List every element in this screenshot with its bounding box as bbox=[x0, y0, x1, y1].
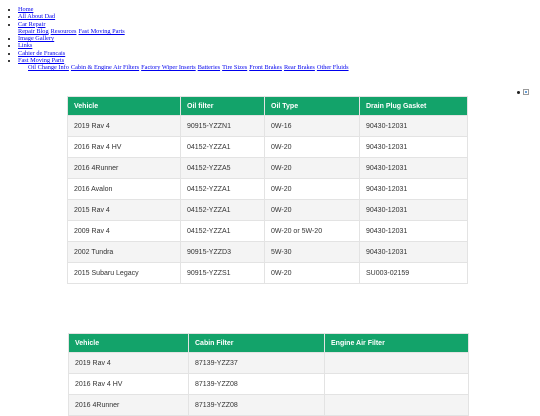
nav-link-car-repair[interactable]: Car Repair bbox=[18, 21, 45, 28]
cell-oil-filter: 04152-YZZA1 bbox=[180, 178, 265, 200]
table-row: 2016 4Runner 87139-YZZ08 bbox=[68, 394, 469, 416]
nav-link-batteries[interactable]: Batteries bbox=[198, 64, 220, 71]
fast-moving-submenu-row: Oil Change Info Cabin & Engine Air Filter… bbox=[28, 64, 351, 71]
cell-oil-type: 0W-20 bbox=[264, 178, 360, 200]
cell-oil-type: 0W-20 or 5W-20 bbox=[264, 220, 360, 242]
cell-cabin-filter: 87139-YZZ37 bbox=[188, 352, 325, 374]
column-header-vehicle: Vehicle bbox=[67, 96, 181, 116]
table-row: 2016 Avalon 04152-YZZA1 0W-20 90430-1203… bbox=[67, 178, 468, 200]
car-repair-submenu-row: Repair Blog Resources Fast Moving Parts bbox=[18, 28, 351, 35]
broken-image-icon bbox=[523, 89, 529, 95]
cell-vehicle: 2016 4Runner bbox=[67, 157, 181, 179]
cell-vehicle: 2016 Avalon bbox=[67, 178, 181, 200]
cell-vehicle: 2016 4Runner bbox=[68, 394, 189, 416]
cell-cabin-filter: 87139-YZZ08 bbox=[188, 394, 325, 416]
table-header-row: Vehicle Oil filter Oil Type Drain Plug G… bbox=[67, 96, 468, 116]
nav-link-cahier[interactable]: Cahier de Francais bbox=[18, 50, 65, 57]
table-row: 2015 Rav 4 04152-YZZA1 0W-20 90430-12031 bbox=[67, 199, 468, 221]
nav-item-about: All About Dad bbox=[18, 13, 351, 20]
table-row: 2016 Rav 4 HV 04152-YZZA1 0W-20 90430-12… bbox=[67, 136, 468, 158]
cell-drain-plug-gasket: 90430-12031 bbox=[359, 157, 468, 179]
air-filter-table: Vehicle Cabin Filter Engine Air Filter 2… bbox=[68, 333, 469, 416]
nav-item-fast-moving: Fast Moving Parts Oil Change InfoCabin &… bbox=[18, 57, 351, 72]
cell-oil-type: 0W-20 bbox=[264, 199, 360, 221]
cell-vehicle: 2015 Subaru Legacy bbox=[67, 262, 181, 284]
cell-vehicle: 2009 Rav 4 bbox=[67, 220, 181, 242]
cell-vehicle: 2015 Rav 4 bbox=[67, 199, 181, 221]
cell-vehicle: 2019 Rav 4 bbox=[67, 115, 181, 137]
nav-link-fast-moving-parts-sub[interactable]: Fast Moving Parts bbox=[79, 28, 125, 35]
nav-link-other-fluids[interactable]: Other Fluids bbox=[317, 64, 349, 71]
cell-vehicle: 2019 Rav 4 bbox=[68, 352, 189, 374]
cell-drain-plug-gasket: 90430-12031 bbox=[359, 178, 468, 200]
table-row: 2019 Rav 4 90915-YZZN1 0W-16 90430-12031 bbox=[67, 115, 468, 137]
column-header-oil-filter: Oil filter bbox=[180, 96, 265, 116]
table-row: 2015 Subaru Legacy 90915-YZZS1 0W-20 SU0… bbox=[67, 262, 468, 284]
cell-drain-plug-gasket: 90430-12031 bbox=[359, 136, 468, 158]
cell-vehicle: 2016 Rav 4 HV bbox=[67, 136, 181, 158]
cell-engine-air-filter bbox=[324, 352, 469, 374]
cell-oil-type: 0W-20 bbox=[264, 136, 360, 158]
cell-oil-filter: 04152-YZZA1 bbox=[180, 199, 265, 221]
cell-oil-filter: 90915-YZZD3 bbox=[180, 241, 265, 263]
table-row: 2019 Rav 4 87139-YZZ37 bbox=[68, 352, 469, 374]
cell-engine-air-filter bbox=[324, 373, 469, 395]
nav-link-oil-change[interactable]: Oil Change Info bbox=[28, 64, 69, 71]
cell-oil-filter: 04152-YZZA5 bbox=[180, 157, 265, 179]
sidebar-image-item bbox=[517, 89, 529, 97]
cell-oil-type: 0W-20 bbox=[264, 262, 360, 284]
nav-link-links[interactable]: Links bbox=[18, 42, 32, 49]
cell-oil-filter: 04152-YZZA1 bbox=[180, 220, 265, 242]
cell-cabin-filter: 87139-YZZ08 bbox=[188, 373, 325, 395]
nav-link-rear-brakes[interactable]: Rear Brakes bbox=[284, 64, 315, 71]
nav-link-wiper-inserts[interactable]: Factory Wiper Inserts bbox=[141, 64, 196, 71]
nav-link-repair-blog[interactable]: Repair Blog bbox=[18, 28, 49, 35]
nav-item-car-repair: Car Repair Repair BlogResourcesFast Movi… bbox=[18, 21, 351, 36]
cell-oil-filter: 90915-YZZN1 bbox=[180, 115, 265, 137]
nav-link-resources[interactable]: Resources bbox=[51, 28, 77, 35]
nav-link-gallery[interactable]: Image Gallery bbox=[18, 35, 54, 42]
column-header-drain-plug-gasket: Drain Plug Gasket bbox=[359, 96, 468, 116]
column-header-engine-air-filter: Engine Air Filter bbox=[324, 333, 469, 353]
car-repair-submenu: Repair Blog Resources Fast Moving Parts bbox=[18, 28, 351, 35]
nav-link-tire-sizes[interactable]: Tire Sizes bbox=[222, 64, 247, 71]
nav-link-about[interactable]: All About Dad bbox=[18, 13, 55, 20]
nav-item-home: Home bbox=[18, 6, 351, 13]
nav-item-links: Links bbox=[18, 42, 351, 49]
bullet-icon bbox=[517, 90, 520, 94]
cell-engine-air-filter bbox=[324, 394, 469, 416]
cell-oil-filter: 90915-YZZS1 bbox=[180, 262, 265, 284]
nav-link-air-filters[interactable]: Cabin & Engine Air Filters bbox=[71, 64, 139, 71]
cell-drain-plug-gasket: 90430-12031 bbox=[359, 115, 468, 137]
nav-item-gallery: Image Gallery bbox=[18, 35, 351, 42]
table-row: 2016 4Runner 04152-YZZA5 0W-20 90430-120… bbox=[67, 157, 468, 179]
cell-drain-plug-gasket: SU003-02159 bbox=[359, 262, 468, 284]
nav-item-cahier: Cahier de Francais bbox=[18, 50, 351, 57]
nav-link-fast-moving[interactable]: Fast Moving Parts bbox=[18, 57, 64, 64]
column-header-oil-type: Oil Type bbox=[264, 96, 360, 116]
cell-oil-type: 0W-20 bbox=[264, 157, 360, 179]
cell-drain-plug-gasket: 90430-12031 bbox=[359, 199, 468, 221]
cell-oil-type: 0W-16 bbox=[264, 115, 360, 137]
fast-moving-submenu: Oil Change Info Cabin & Engine Air Filter… bbox=[28, 64, 351, 71]
cell-vehicle: 2016 Rav 4 HV bbox=[68, 373, 189, 395]
column-header-vehicle: Vehicle bbox=[68, 333, 189, 353]
cell-drain-plug-gasket: 90430-12031 bbox=[359, 241, 468, 263]
cell-oil-filter: 04152-YZZA1 bbox=[180, 136, 265, 158]
oil-change-table: Vehicle Oil filter Oil Type Drain Plug G… bbox=[67, 96, 468, 284]
table-row: 2016 Rav 4 HV 87139-YZZ08 bbox=[68, 373, 469, 395]
column-header-cabin-filter: Cabin Filter bbox=[188, 333, 325, 353]
table-row: 2002 Tundra 90915-YZZD3 5W-30 90430-1203… bbox=[67, 241, 468, 263]
table-row: 2009 Rav 4 04152-YZZA1 0W-20 or 5W-20 90… bbox=[67, 220, 468, 242]
nav-link-home[interactable]: Home bbox=[18, 6, 33, 13]
cell-vehicle: 2002 Tundra bbox=[67, 241, 181, 263]
cell-drain-plug-gasket: 90430-12031 bbox=[359, 220, 468, 242]
cell-oil-type: 5W-30 bbox=[264, 241, 360, 263]
site-navigation: Home All About Dad Car Repair Repair Blo… bbox=[8, 6, 351, 72]
table-header-row: Vehicle Cabin Filter Engine Air Filter bbox=[68, 333, 469, 353]
nav-link-front-brakes[interactable]: Front Brakes bbox=[249, 64, 282, 71]
